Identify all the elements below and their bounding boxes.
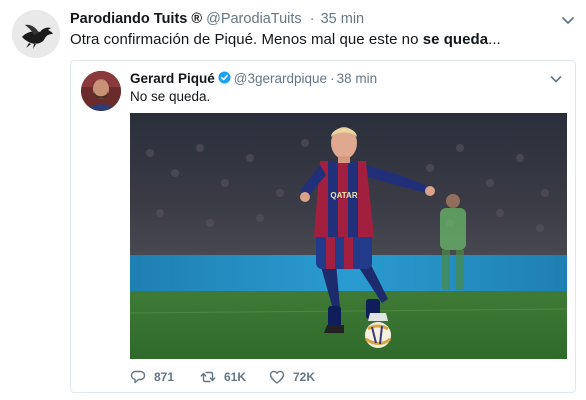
author-avatar[interactable] [12,10,60,58]
quoted-author-avatar[interactable] [81,71,121,111]
separator-dot: · [309,11,315,27]
tweet-header: Parodiando Tuits ® @ParodiaTuits · 35 mi… [70,11,364,27]
like-count: 72K [293,370,316,384]
quoted-tweet-timestamp[interactable]: 38 min [337,71,378,86]
author-display-name[interactable]: Parodiando Tuits ® [70,11,202,27]
reply-count: 871 [154,370,175,384]
quoted-author-handle[interactable]: @3gerardpique [234,71,327,86]
chevron-down-icon[interactable] [560,12,576,28]
author-handle[interactable]: @ParodiaTuits [206,11,302,27]
retweet-button[interactable]: 61K [200,369,246,385]
football-photo: QATAR [130,113,567,359]
quoted-tweet-text: No se queda. [130,89,211,104]
avatar-photo-icon [81,71,121,111]
retweet-count: 61K [224,370,247,384]
verified-badge-icon [218,71,231,84]
quoted-tweet-header: Gerard Piqué @3gerardpique · 38 min [130,71,377,86]
reply-icon [130,370,146,384]
quoted-author-display-name[interactable]: Gerard Piqué [130,71,215,86]
shirt-sponsor-text: QATAR [330,191,357,200]
tweet-card[interactable]: Parodiando Tuits ® @ParodiaTuits · 35 mi… [0,0,586,400]
reply-button[interactable]: 871 [130,369,174,385]
like-button[interactable]: 72K [269,369,315,385]
tweet-text-after: ... [488,31,501,48]
quoted-separator-dot: · [330,71,335,86]
heart-icon [269,370,285,384]
quoted-tweet-card[interactable]: Gerard Piqué @3gerardpique · 38 min No se q… [70,60,576,393]
tweet-text: Otra confirmación de Piqué. Menos mal qu… [70,31,501,48]
tweet-text-before: Otra confirmación de Piqué. Menos mal qu… [70,31,423,48]
retweet-icon [200,371,216,383]
bird-silhouette-icon [12,10,60,58]
quoted-chevron-down-icon[interactable] [549,72,563,86]
tweet-timestamp[interactable]: 35 min [321,11,365,27]
tweet-text-bold: se queda [422,31,489,48]
quoted-tweet-photo[interactable]: QATAR [130,113,567,359]
